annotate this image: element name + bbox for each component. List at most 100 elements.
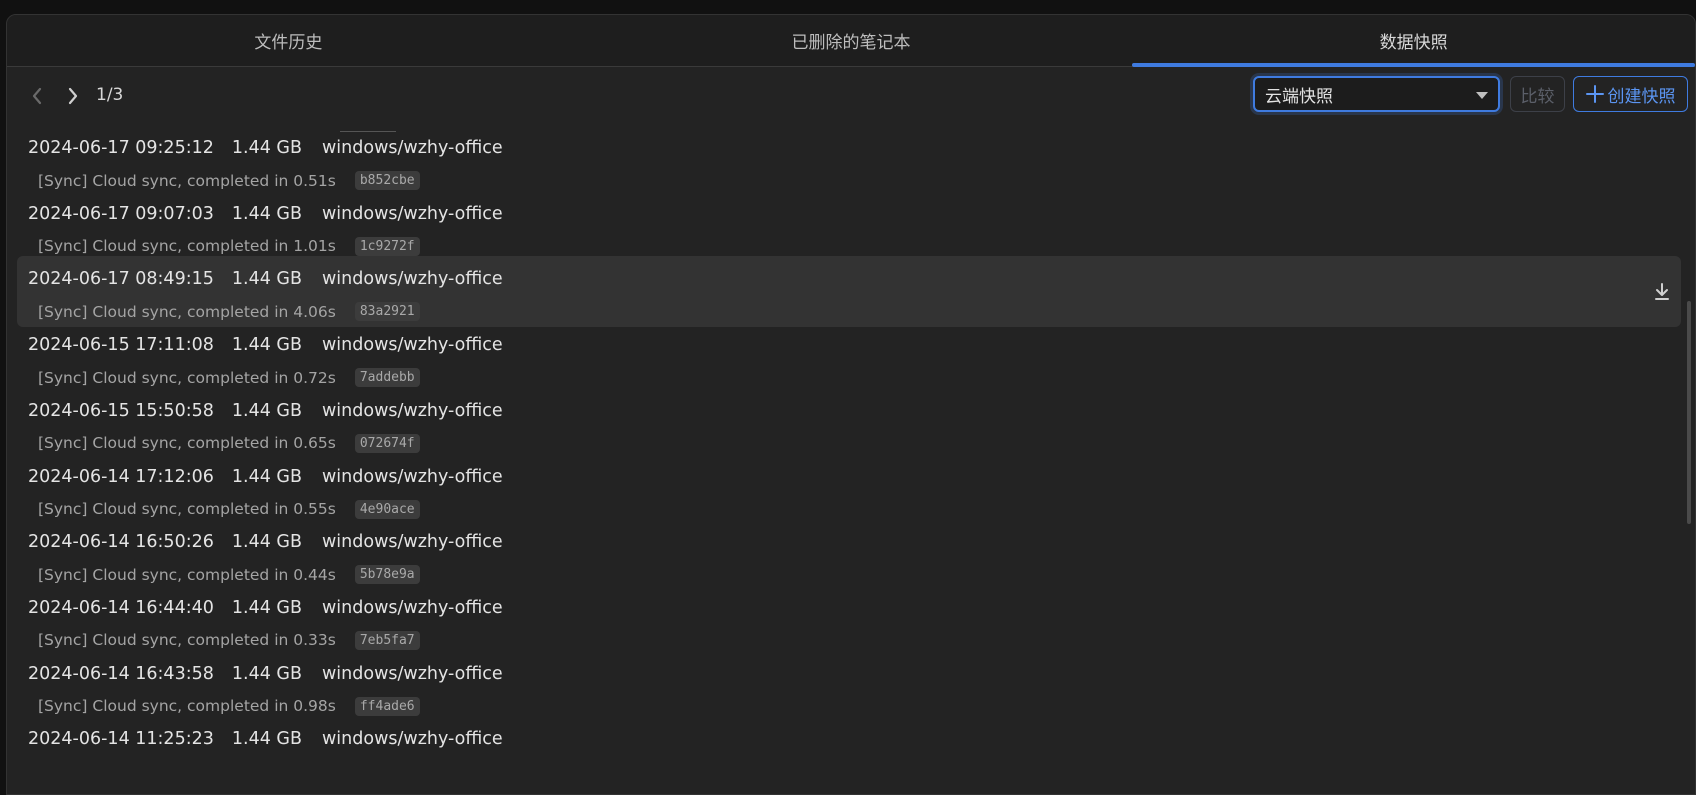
compare-label: 比较 xyxy=(1520,86,1555,107)
snapshot-row[interactable]: 2024-06-14 16:44:40 1.44 GB windows/wzhy-o… xyxy=(17,585,1681,656)
snapshot-memo: [Sync] Cloud sync, completed in 0.44s xyxy=(38,565,336,584)
snapshot-size: 1.44 GB xyxy=(231,400,302,421)
snapshot-memo: [Sync] Cloud sync, completed in 0.55s xyxy=(38,500,336,518)
snapshot-time: 2024-06-15 15:50:58 xyxy=(28,400,214,421)
snapshot-hash-badge: 7eb5fa7 xyxy=(354,630,420,650)
snapshot-device: windows/wzhy-office xyxy=(321,203,503,224)
next-page-button[interactable] xyxy=(60,81,86,111)
snapshot-size: 1.44 GB xyxy=(231,466,302,487)
snapshot-header: 2024-06-14 16:43:58 1.44 GB windows/wzhy-o… xyxy=(28,664,521,684)
snapshot-time: 2024-06-14 16:50:26 xyxy=(28,532,214,553)
create-snapshot-button[interactable]: 创建快照 xyxy=(1573,76,1688,112)
snapshot-header: 2024-06-14 17:12:06 1.44 GB windows/wzhy-o… xyxy=(28,467,521,487)
snapshot-header: 2024-06-15 15:50:58 1.44 GB windows/wzhy-o… xyxy=(28,401,521,421)
snapshot-time: 2024-06-17 08:49:15 xyxy=(28,269,214,290)
snapshot-size: 1.44 GB xyxy=(231,138,302,158)
compare-button[interactable]: 比较 xyxy=(1510,76,1565,112)
snapshot-list: 2024-06-17 09:25:12 1.44 GB windows/wzhy-o… xyxy=(7,115,1695,794)
snapshot-memo-line: [Sync] Cloud sync, completed in 4.06s 83a… xyxy=(38,302,420,322)
tab-deleted-notebooks[interactable]: 已删除的笔记本 xyxy=(570,15,1133,66)
tab-label: 文件历史 xyxy=(254,33,323,53)
snapshot-memo: [Sync] Cloud sync, completed in 0.51s xyxy=(38,171,336,190)
tab-bar: 文件历史 已删除的笔记本 数据快照 xyxy=(7,15,1695,67)
snapshot-time: 2024-06-15 17:11:08 xyxy=(28,335,214,356)
snapshot-size: 1.44 GB xyxy=(231,335,302,356)
snapshot-device: windows/wzhy-office xyxy=(321,729,503,750)
snapshot-memo: [Sync] Cloud sync, completed in 0.65s xyxy=(38,434,336,453)
snapshot-memo: [Sync] Cloud sync, completed in 0.33s xyxy=(38,631,336,650)
snapshot-time: 2024-06-17 09:07:03 xyxy=(28,203,214,224)
snapshot-row[interactable]: 2024-06-14 16:50:26 1.44 GB windows/wzhy-o… xyxy=(17,519,1681,590)
snapshot-memo-line: [Sync] Cloud sync, completed in 0.51s b85… xyxy=(38,171,420,190)
snapshot-time: 2024-06-17 09:25:12 xyxy=(28,138,214,158)
snapshot-size: 1.44 GB xyxy=(231,203,302,224)
snapshot-header: 2024-06-14 16:44:40 1.44 GB windows/wzhy-o… xyxy=(28,598,521,618)
tab-file-history[interactable]: 文件历史 xyxy=(7,15,570,66)
snapshot-memo-line: [Sync] Cloud sync, completed in 0.55s 4e9… xyxy=(38,499,420,519)
snapshot-row[interactable]: 2024-06-17 08:49:15 1.44 GB windows/wzhy-o… xyxy=(17,256,1681,328)
snapshot-hash-badge: 1c9272f xyxy=(354,236,420,256)
snapshot-memo: [Sync] Cloud sync, completed in 4.06s xyxy=(38,302,336,321)
snapshot-device: windows/wzhy-office xyxy=(321,597,503,618)
snapshot-device: windows/wzhy-office xyxy=(321,269,503,290)
page-indicator: 1/3 xyxy=(96,85,124,105)
snapshot-memo-line: [Sync] Cloud sync, completed in 0.72s 7ad… xyxy=(38,368,420,388)
snapshot-time: 2024-06-14 16:43:58 xyxy=(28,663,214,684)
prev-page-button[interactable] xyxy=(24,81,50,111)
snapshot-hash-badge: 5b78e9a xyxy=(354,565,420,585)
caret-down-icon xyxy=(1476,92,1488,99)
snapshot-type-select[interactable]: 云端快照 xyxy=(1253,76,1500,112)
snapshot-time: 2024-06-14 17:12:06 xyxy=(28,466,214,487)
snapshot-header: 2024-06-14 16:50:26 1.44 GB windows/wzhy-o… xyxy=(28,532,521,552)
snapshot-row[interactable]: 2024-06-15 17:11:08 1.44 GB windows/wzhy-o… xyxy=(17,322,1681,393)
snapshot-size: 1.44 GB xyxy=(231,663,302,684)
tab-label: 数据快照 xyxy=(1379,33,1448,53)
snapshot-row[interactable]: 2024-06-14 16:43:58 1.44 GB windows/wzhy-o… xyxy=(17,651,1681,722)
snapshot-memo-line: [Sync] Cloud sync, completed in 0.98s ff4… xyxy=(38,696,420,716)
select-value: 云端快照 xyxy=(1265,86,1333,107)
tab-label: 已删除的笔记本 xyxy=(791,33,911,53)
snapshot-time: 2024-06-14 16:44:40 xyxy=(28,597,214,618)
snapshot-memo: [Sync] Cloud sync, completed in 0.72s xyxy=(38,368,336,387)
snapshot-hash-badge: 7addebb xyxy=(354,368,420,388)
snapshot-size: 1.44 GB xyxy=(231,729,302,750)
snapshot-size: 1.44 GB xyxy=(231,269,302,290)
snapshot-memo: [Sync] Cloud sync, completed in 0.98s xyxy=(38,697,336,716)
snapshot-device: windows/wzhy-office xyxy=(321,532,503,553)
snapshot-size: 1.44 GB xyxy=(231,532,302,553)
snapshot-row[interactable]: 2024-06-14 17:12:06 1.44 GB windows/wzhy-o… xyxy=(17,454,1681,525)
snapshot-hash-badge: 4e90ace xyxy=(354,499,420,519)
snapshot-hash-badge: 83a2921 xyxy=(354,302,420,322)
snapshot-device: windows/wzhy-office xyxy=(321,663,503,684)
snapshot-memo-line: [Sync] Cloud sync, completed in 0.44s 5b7… xyxy=(38,565,420,585)
scrollbar[interactable] xyxy=(1687,301,1691,524)
snapshot-header: 2024-06-14 11:25:23 1.44 GB windows/wzhy-o… xyxy=(28,729,521,749)
snapshot-header: 2024-06-15 17:11:08 1.44 GB windows/wzhy-o… xyxy=(28,335,521,355)
snapshot-hash-badge: 072674f xyxy=(354,433,420,453)
snapshot-row[interactable]: 2024-06-17 09:07:03 1.44 GB windows/wzhy-o… xyxy=(17,191,1681,262)
snapshot-row[interactable]: 2024-06-15 15:50:58 1.44 GB windows/wzhy-o… xyxy=(17,388,1681,459)
tab-data-snapshots[interactable]: 数据快照 xyxy=(1132,15,1695,67)
chevron-left-icon xyxy=(32,87,42,105)
download-icon[interactable] xyxy=(1651,281,1673,303)
snapshot-memo: [Sync] Cloud sync, completed in 1.01s xyxy=(38,237,336,256)
create-label: 创建快照 xyxy=(1607,86,1676,107)
snapshot-row[interactable]: 2024-06-17 09:25:12 1.44 GB windows/wzhy-o… xyxy=(17,125,1681,196)
snapshot-device: windows/wzhy-office xyxy=(321,335,503,356)
snapshot-header: 2024-06-17 09:25:12 1.44 GB windows/wzhy-o… xyxy=(28,138,521,158)
snapshot-device: windows/wzhy-office xyxy=(321,138,503,158)
snapshot-device: windows/wzhy-office xyxy=(321,466,503,487)
snapshot-device: windows/wzhy-office xyxy=(321,400,503,421)
chevron-right-icon xyxy=(68,87,78,105)
snapshot-memo-line: [Sync] Cloud sync, completed in 0.33s 7eb… xyxy=(38,630,420,650)
plus-icon xyxy=(1585,85,1604,103)
snapshot-header: 2024-06-17 08:49:15 1.44 GB windows/wzhy-o… xyxy=(28,269,521,289)
snapshot-row[interactable]: 2024-06-14 11:25:23 1.44 GB windows/wzhy-o… xyxy=(17,716,1681,787)
snapshot-memo-line: [Sync] Cloud sync, completed in 0.65s 072… xyxy=(38,433,420,453)
snapshot-hash-badge: ff4ade6 xyxy=(354,696,420,716)
snapshot-memo-line: [Sync] Cloud sync, completed in 1.01s 1c9… xyxy=(38,236,420,256)
snapshot-size: 1.44 GB xyxy=(231,597,302,618)
snapshot-window: 文件历史 已删除的笔记本 数据快照 1/3 云端快照 比较 创建快照 2024-… xyxy=(6,14,1696,795)
snapshot-hash-badge: b852cbe xyxy=(354,171,420,190)
snapshot-header: 2024-06-17 09:07:03 1.44 GB windows/wzhy-o… xyxy=(28,204,521,224)
